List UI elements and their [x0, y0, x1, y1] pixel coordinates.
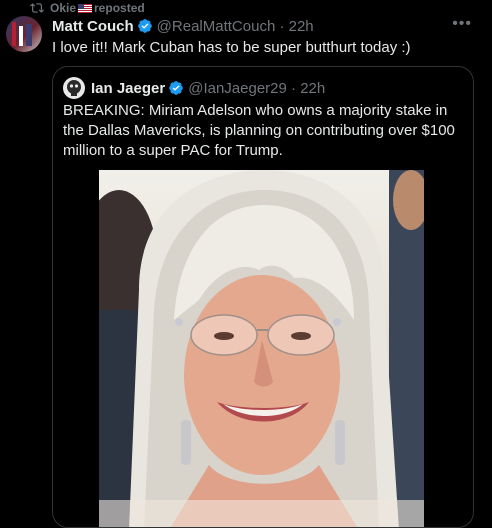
- tweet-text: I love it!! Mark Cuban has to be super b…: [52, 39, 411, 56]
- tweet-time[interactable]: 22h: [289, 18, 314, 35]
- quote-photo[interactable]: [99, 170, 424, 527]
- quote-avatar[interactable]: [63, 77, 85, 99]
- author-handle[interactable]: @RealMattCouch: [157, 18, 276, 35]
- repost-indicator: Okie reposted: [30, 0, 145, 16]
- quote-author-handle[interactable]: @IanJaeger29: [188, 80, 287, 97]
- verified-badge-icon: [137, 19, 152, 33]
- repost-icon: [30, 3, 44, 13]
- us-flag-icon: [78, 4, 93, 14]
- portrait-image: [99, 170, 424, 527]
- verified-badge-icon: [169, 81, 184, 95]
- quote-time[interactable]: 22h: [300, 80, 325, 97]
- quote-header: Ian Jaeger @IanJaeger29 · 22h: [63, 77, 325, 99]
- tweet-header: Matt Couch @RealMattCouch · 22h: [52, 17, 314, 35]
- repost-user[interactable]: Okie: [50, 1, 76, 15]
- quote-author-name[interactable]: Ian Jaeger: [91, 80, 165, 97]
- skull-avatar-icon: [63, 77, 85, 99]
- quote-text: BREAKING: Miriam Adelson who owns a majo…: [63, 102, 455, 159]
- author-avatar[interactable]: [6, 16, 42, 52]
- more-icon[interactable]: •••: [452, 15, 472, 33]
- repost-suffix: reposted: [94, 1, 145, 15]
- quoted-tweet[interactable]: Ian Jaeger @IanJaeger29 · 22h BREAKING: …: [52, 66, 474, 528]
- author-name[interactable]: Matt Couch: [52, 18, 134, 35]
